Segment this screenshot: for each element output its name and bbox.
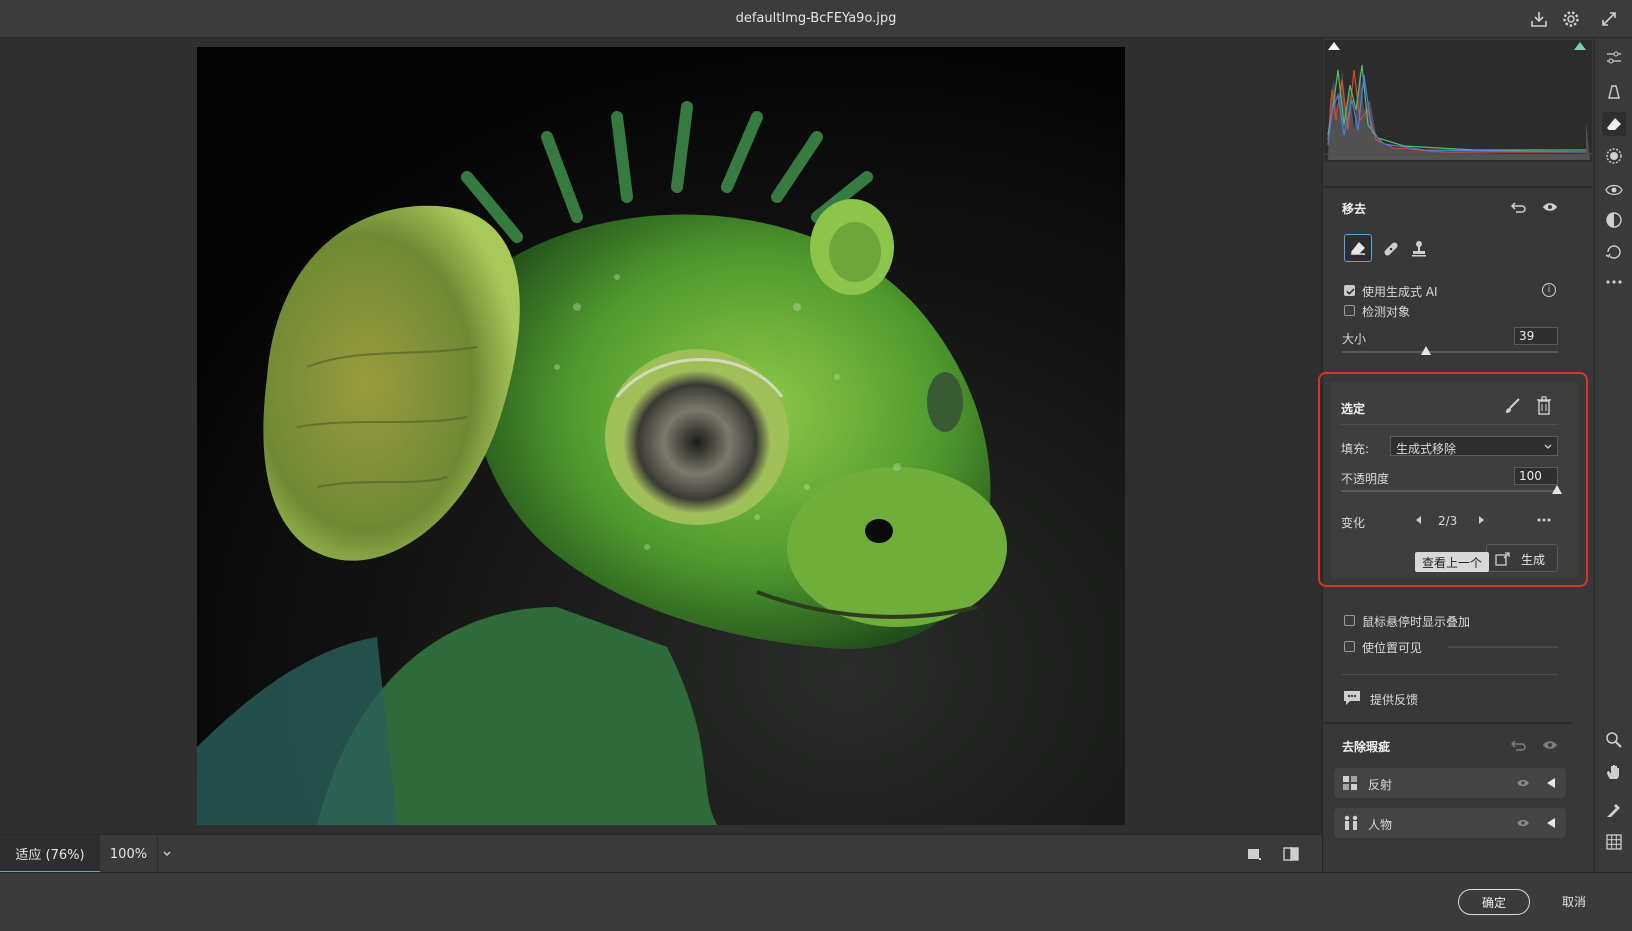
- distraction-reset-icon[interactable]: [1508, 736, 1528, 754]
- more-options-icon[interactable]: [1534, 512, 1554, 528]
- remove-tool-button[interactable]: [1344, 234, 1372, 262]
- window-title: defaultImg-BcFEYa9o.jpg: [735, 11, 897, 26]
- selection-title: 选定: [1341, 402, 1366, 416]
- people-label: 人物: [1368, 818, 1393, 832]
- footer-bar: 确定 取消: [0, 872, 1632, 931]
- checkmark-icon: [1346, 288, 1355, 295]
- grid-overlay-icon[interactable]: [1602, 830, 1626, 854]
- opacity-label: 不透明度: [1341, 472, 1390, 486]
- size-label: 大小: [1342, 332, 1367, 346]
- opacity-slider[interactable]: [1341, 490, 1557, 492]
- heal-bandage-icon[interactable]: [1378, 236, 1404, 262]
- highlight-clipping-icon[interactable]: [1574, 42, 1586, 50]
- trash-icon[interactable]: [1532, 394, 1556, 418]
- generate-icon: [1495, 552, 1510, 566]
- visualize-spots-slider[interactable]: [1448, 646, 1558, 648]
- red-eye-icon[interactable]: [1602, 178, 1626, 202]
- detect-objects-label: 检测对象: [1362, 305, 1411, 319]
- shadow-clipping-icon[interactable]: [1328, 42, 1340, 50]
- zoom-100-tab[interactable]: 100%: [100, 835, 158, 873]
- size-slider[interactable]: [1342, 351, 1558, 353]
- ok-button[interactable]: 确定: [1458, 889, 1530, 915]
- people-expand-arrow-icon[interactable]: [1546, 817, 1556, 829]
- zoom-bar: 适应 (76%) 100%: [0, 834, 1322, 873]
- use-generative-ai-checkbox[interactable]: [1344, 285, 1355, 296]
- zoom-magnifier-icon[interactable]: [1602, 728, 1626, 752]
- save-download-icon[interactable]: [1528, 8, 1550, 30]
- brush-icon[interactable]: [1500, 394, 1524, 418]
- panel-divider: [1324, 186, 1592, 188]
- distraction-section-title: 去除瑕疵: [1342, 740, 1391, 754]
- distraction-eye-icon[interactable]: [1540, 736, 1560, 754]
- crop-transform-icon[interactable]: [1602, 80, 1626, 104]
- visualize-spots-label: 使位置可见: [1362, 641, 1423, 655]
- reflection-eye-icon[interactable]: [1516, 778, 1530, 788]
- people-icon: [1344, 815, 1358, 830]
- edit-sliders-icon[interactable]: [1602, 46, 1626, 70]
- use-generative-ai-label: 使用生成式 AI: [1362, 285, 1438, 299]
- size-slider-thumb[interactable]: [1421, 346, 1432, 355]
- people-eye-icon[interactable]: [1516, 818, 1530, 828]
- show-overlay-checkbox[interactable]: [1344, 615, 1355, 626]
- variation-label: 变化: [1341, 516, 1366, 530]
- opacity-value-field[interactable]: 100: [1514, 467, 1558, 485]
- panel-divider-2: [1324, 722, 1572, 724]
- generate-button[interactable]: 生成: [1486, 544, 1558, 572]
- fill-label: 填充:: [1341, 442, 1370, 456]
- clone-stamp-icon[interactable]: [1406, 236, 1432, 262]
- selection-divider: [1340, 424, 1558, 425]
- people-row[interactable]: 人物: [1334, 808, 1566, 838]
- presets-icon[interactable]: [1602, 208, 1626, 232]
- before-after-compare-icon[interactable]: [1278, 835, 1304, 873]
- photo-preview[interactable]: [197, 47, 1125, 825]
- snapshot-history-icon[interactable]: [1602, 240, 1626, 264]
- gear-icon[interactable]: [1560, 8, 1582, 30]
- visibility-eye-icon[interactable]: [1540, 198, 1560, 216]
- eraser-icon: [1345, 235, 1371, 261]
- cancel-button[interactable]: 取消: [1550, 889, 1598, 913]
- generate-button-label: 生成: [1521, 553, 1546, 567]
- remove-eraser-tool-icon[interactable]: [1602, 112, 1626, 136]
- info-icon[interactable]: i: [1542, 283, 1556, 297]
- more-tools-icon[interactable]: [1602, 270, 1626, 294]
- expand-icon[interactable]: [1598, 8, 1620, 30]
- title-bar: defaultImg-BcFEYa9o.jpg: [0, 0, 1632, 38]
- eyedropper-icon[interactable]: [1602, 798, 1626, 822]
- masking-icon[interactable]: [1602, 144, 1626, 168]
- fit-zoom-tab[interactable]: 适应 (76%): [0, 835, 100, 873]
- zoom-dropdown-chevron-icon[interactable]: [158, 835, 176, 873]
- fill-select-value: 生成式移除: [1396, 442, 1457, 456]
- reflection-label: 反射: [1368, 778, 1393, 792]
- visualize-spots-checkbox[interactable]: [1344, 641, 1355, 652]
- reflection-expand-arrow-icon[interactable]: [1546, 777, 1556, 789]
- size-value-field[interactable]: 39: [1514, 327, 1558, 345]
- reset-undo-icon[interactable]: [1508, 198, 1528, 216]
- reflection-window-icon: [1343, 776, 1357, 790]
- histogram: [1324, 40, 1592, 162]
- view-mode-icon[interactable]: [1242, 835, 1266, 873]
- previous-variation-icon[interactable]: [1412, 512, 1426, 528]
- reflection-row[interactable]: 反射: [1334, 768, 1566, 798]
- detect-objects-checkbox[interactable]: [1344, 305, 1355, 316]
- variation-counter: 2/3: [1438, 514, 1458, 528]
- feedback-link[interactable]: 提供反馈: [1370, 691, 1418, 708]
- chevron-down-icon: [1544, 444, 1552, 449]
- fill-select[interactable]: 生成式移除: [1390, 436, 1558, 456]
- feedback-chat-icon[interactable]: [1342, 688, 1362, 708]
- hand-pan-icon[interactable]: [1602, 760, 1626, 784]
- next-variation-icon[interactable]: [1474, 512, 1488, 528]
- previous-tooltip: 查看上一个: [1415, 552, 1489, 572]
- tool-strip: [1594, 38, 1632, 872]
- creature-image: [197, 47, 1125, 825]
- opacity-slider-thumb[interactable]: [1552, 485, 1562, 494]
- show-overlay-label: 鼠标悬停时显示叠加: [1362, 615, 1471, 629]
- options-divider: [1342, 674, 1558, 675]
- remove-section-title: 移去: [1342, 202, 1367, 216]
